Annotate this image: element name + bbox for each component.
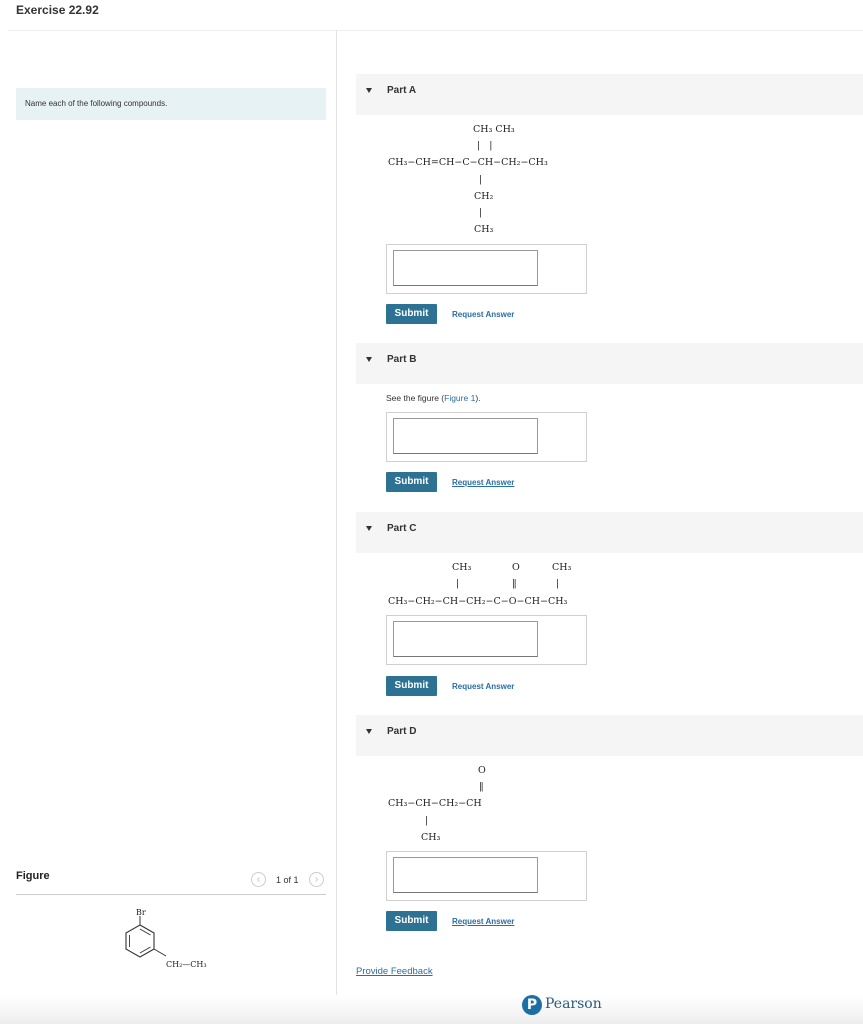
part-b-header[interactable]: Part B	[356, 343, 863, 384]
pearson-brand: Pearson	[545, 996, 602, 1012]
part-b-submit-button[interactable]: Submit	[386, 472, 437, 492]
part-c-answer-box	[386, 615, 587, 665]
part-a-request-answer-link[interactable]: Request Answer	[452, 310, 514, 319]
part-a-answer-input[interactable]	[393, 250, 538, 286]
part-b-request-answer-link[interactable]: Request Answer	[452, 478, 514, 487]
bromo-label: Br	[136, 908, 146, 917]
triangle-down-icon	[366, 88, 372, 93]
part-b-text-suffix: ).	[475, 393, 481, 403]
part-d-header[interactable]: Part D	[356, 715, 863, 756]
part-d-double-bond: ‖	[479, 781, 484, 792]
footer-bar	[0, 996, 863, 1024]
part-c-main-chain: CH₃−CH₂−CH−CH₂−C−O−CH−CH₃	[388, 596, 568, 607]
part-a-top-groups: CH₃ CH₃	[473, 124, 515, 135]
part-a-answer-box	[386, 244, 587, 294]
part-b-label: Part B	[387, 354, 417, 365]
part-c-header[interactable]: Part C	[356, 512, 863, 553]
figure-1-link[interactable]: Figure 1	[444, 393, 475, 403]
figure-structure: Br CH₂—CH₃	[110, 905, 250, 975]
part-b-answer-input[interactable]	[393, 418, 538, 454]
chevron-right-icon: ›	[314, 874, 319, 885]
part-a-branch-ch3: CH₃	[474, 224, 494, 235]
part-a-bond-mid: |	[479, 174, 483, 185]
triangle-down-icon	[366, 729, 372, 734]
part-a-branch-ch2: CH₂	[474, 191, 494, 202]
part-c-bond-right: |	[556, 578, 560, 589]
part-c-top-mid: O	[512, 562, 520, 573]
part-d-structure: O ‖ CH₃−CH−CH₂−CH | CH₃	[386, 765, 526, 847]
figure-next-button[interactable]: ›	[309, 872, 324, 887]
part-b-answer-box	[386, 412, 587, 462]
part-a-main-chain: CH₃−CH=CH−C−CH−CH₂−CH₃	[388, 157, 548, 168]
part-d-label: Part D	[387, 726, 417, 737]
part-d-branch: CH₃	[421, 832, 441, 843]
page-title: Exercise 22.92	[16, 3, 99, 17]
header-divider	[8, 30, 863, 31]
part-d-oxygen: O	[478, 765, 486, 776]
part-d-answer-input[interactable]	[393, 857, 538, 893]
part-a-bond-low: |	[479, 207, 483, 218]
part-c-bond-left: |	[456, 578, 460, 589]
column-divider	[336, 30, 337, 995]
question-prompt: Name each of the following compounds.	[16, 88, 326, 120]
part-c-request-answer-link[interactable]: Request Answer	[452, 682, 514, 691]
figure-divider	[16, 894, 326, 895]
part-a-label: Part A	[387, 85, 417, 96]
part-d-answer-box	[386, 851, 587, 901]
provide-feedback-link[interactable]: Provide Feedback	[356, 966, 433, 977]
part-d-request-answer-link[interactable]: Request Answer	[452, 917, 514, 926]
ethyl-label: CH₂—CH₃	[166, 960, 207, 969]
part-c-top-right: CH₃	[552, 562, 572, 573]
part-c-submit-button[interactable]: Submit	[386, 676, 437, 696]
triangle-down-icon	[366, 357, 372, 362]
pearson-logo-icon: P	[522, 995, 542, 1015]
part-a-header[interactable]: Part A	[356, 74, 863, 115]
part-a-submit-button[interactable]: Submit	[386, 304, 437, 324]
chevron-left-icon: ‹	[256, 874, 261, 885]
part-b-text-prefix: See the figure (	[386, 393, 445, 403]
triangle-down-icon	[366, 526, 372, 531]
part-d-bond-low: |	[425, 815, 429, 826]
part-a-top-bonds: | |	[477, 140, 493, 151]
part-a-structure: CH₃ CH₃ | | CH₃−CH=CH−C−CH−CH₂−CH₃ | CH₂…	[386, 124, 616, 239]
part-c-answer-input[interactable]	[393, 621, 538, 657]
figure-counter: 1 of 1	[276, 875, 299, 885]
part-c-label: Part C	[387, 523, 417, 534]
figure-label: Figure	[16, 870, 50, 882]
figure-prev-button[interactable]: ‹	[251, 872, 266, 887]
part-c-structure: CH₃ O CH₃ | ‖ | CH₃−CH₂−CH−CH₂−C−O−CH−CH…	[386, 562, 626, 612]
part-b-text: See the figure (Figure 1).	[386, 393, 481, 403]
part-d-submit-button[interactable]: Submit	[386, 911, 437, 931]
part-c-top-left: CH₃	[452, 562, 472, 573]
part-c-bond-mid: ‖	[512, 578, 517, 589]
part-d-main-chain: CH₃−CH−CH₂−CH	[388, 798, 482, 809]
